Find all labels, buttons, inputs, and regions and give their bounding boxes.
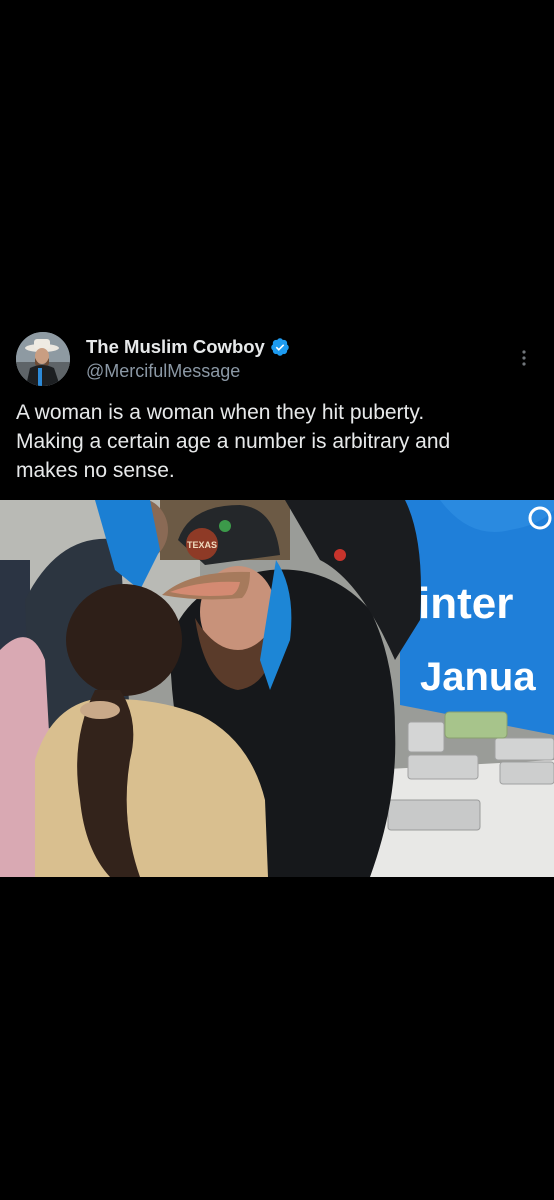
tweet-text-line: A woman is a woman when they hit puberty… [16, 401, 425, 424]
author-display-name[interactable]: The Muslim Cowboy [86, 336, 265, 358]
more-options-button[interactable] [512, 344, 536, 372]
verified-badge-icon [270, 337, 290, 357]
display-name-row: The Muslim Cowboy [86, 334, 290, 360]
cap-patch-text: TEXAS [187, 540, 217, 550]
tweet-text-line: makes no sense. [16, 459, 175, 482]
photo-scene: inter Janua TEXAS [0, 500, 554, 877]
author-handle[interactable]: @MercifulMessage [86, 361, 290, 382]
banner-line-2: Janua [420, 655, 536, 699]
tweet-text-line: Making a certain age a number is arbitra… [16, 430, 451, 453]
avatar-image [16, 332, 70, 386]
avatar[interactable] [16, 332, 70, 386]
banner-line-1: inter [418, 579, 513, 628]
author-info[interactable]: The Muslim Cowboy @MercifulMessage [86, 334, 290, 382]
tweet-photo[interactable]: inter Janua TEXAS [0, 500, 554, 877]
tweet-header: The Muslim Cowboy @MercifulMessage [16, 332, 538, 388]
more-vertical-icon [522, 350, 526, 366]
tweet-text: A woman is a woman when they hit puberty… [16, 398, 536, 485]
